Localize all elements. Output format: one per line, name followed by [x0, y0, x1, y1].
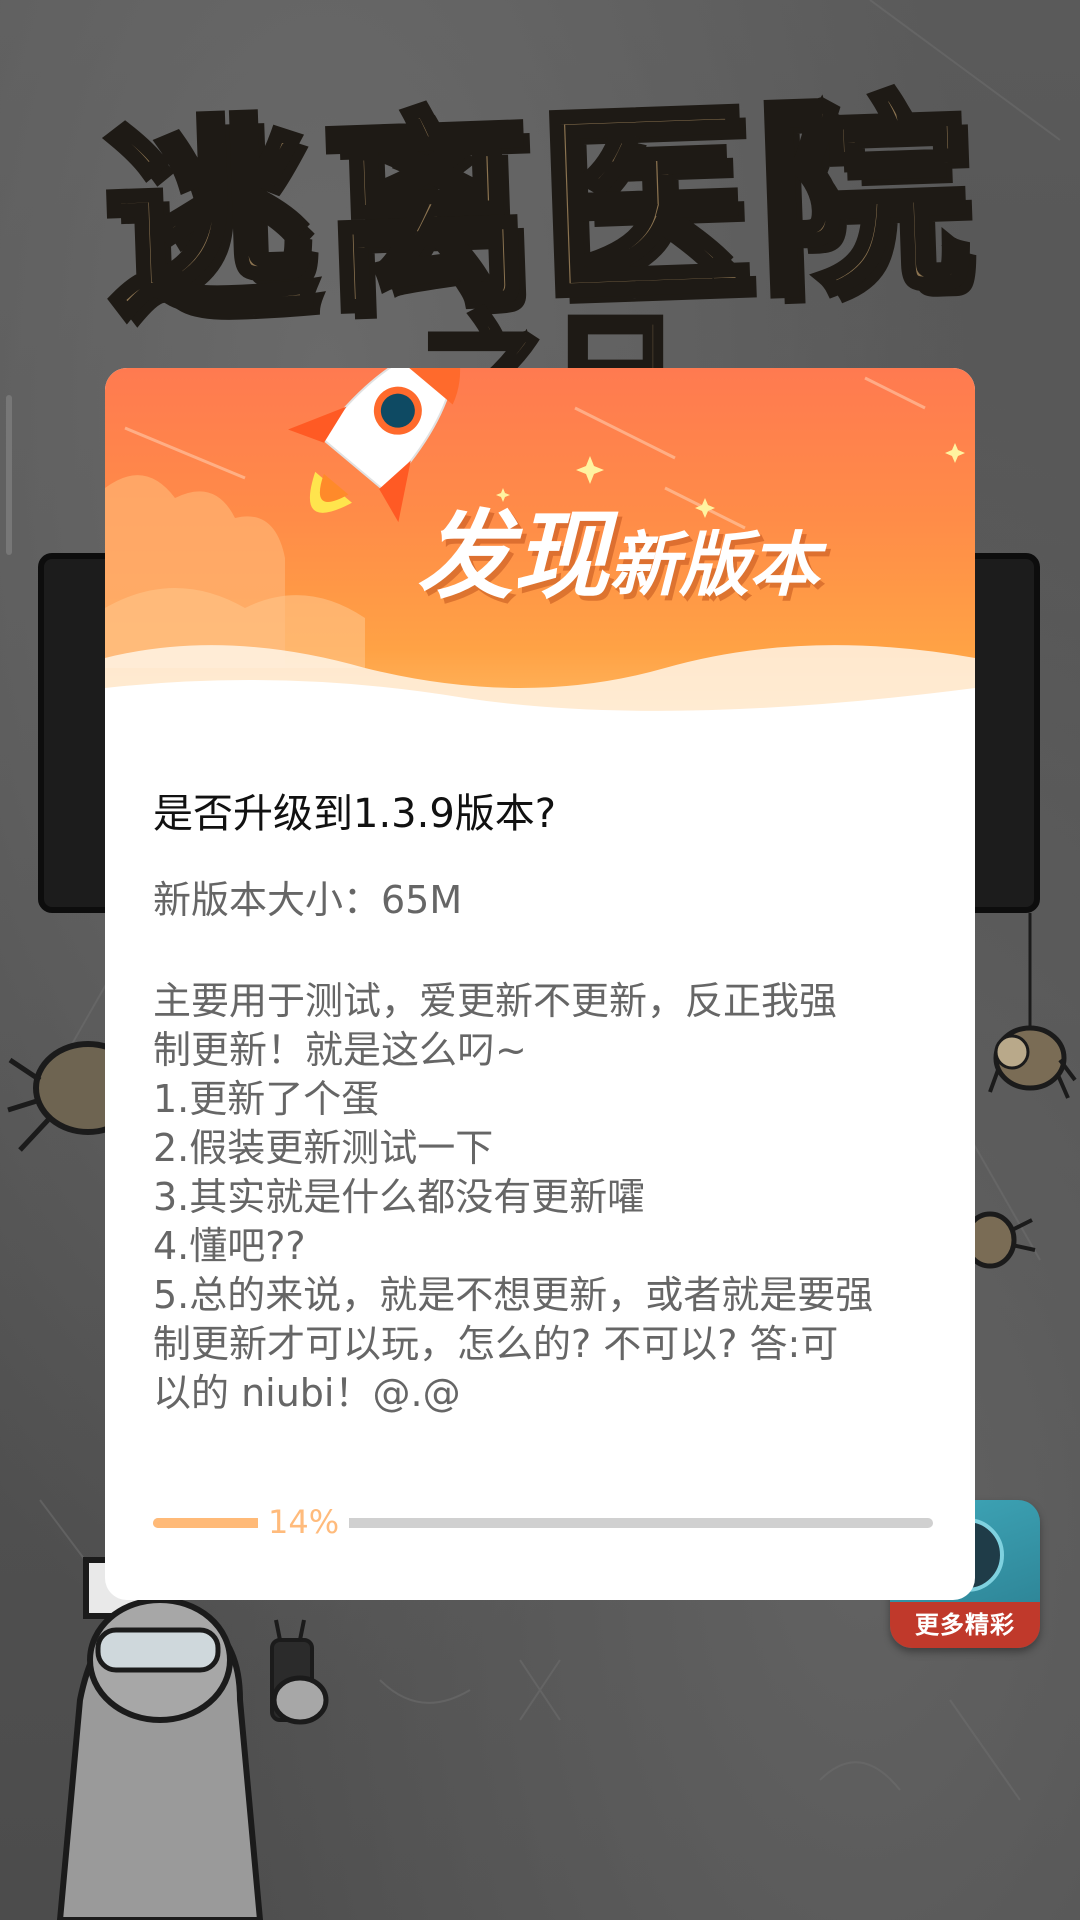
- update-size: 新版本大小：65M: [153, 878, 463, 922]
- spider-small-icon: [963, 1211, 1036, 1269]
- banner-title: 发现新版本: [417, 508, 975, 604]
- update-question: 是否升级到1.3.9版本?: [153, 791, 557, 837]
- release-note-line: 主要用于测试，爱更新不更新，反正我强: [153, 979, 838, 1024]
- update-banner: 发现新版本: [105, 368, 975, 743]
- progress-fill: [153, 1518, 262, 1528]
- update-details: 是否升级到1.3.9版本? 新版本大小：65M 主要用于测试，爱更新不更新，反正…: [153, 788, 933, 1418]
- more-games-label: 更多精彩: [890, 1602, 1040, 1648]
- doctor-character-icon: [56, 1557, 329, 1920]
- release-note-line: 4.懂吧??: [153, 1224, 306, 1269]
- release-note-line: 3.其实就是什么都没有更新嚯: [153, 1175, 646, 1220]
- progress-label: 14%: [258, 1492, 350, 1552]
- release-note-line: 5.总的来说，就是不想更新，或者就是要强: [153, 1273, 874, 1318]
- release-notes: 主要用于测试，爱更新不更新，反正我强 制更新！就是这么叼~ 1.更新了个蛋 2.假装更…: [153, 977, 933, 1418]
- spider-right-icon: [988, 913, 1077, 1099]
- release-note-line: 2.假装更新测试一下: [153, 1126, 494, 1171]
- release-note-line: 制更新才可以玩，怎么的? 不可以? 答:可: [153, 1322, 839, 1367]
- update-dialog: 发现新版本 是否升级到1.3.9版本? 新版本大小：65M 主要用于测试，爱更新…: [105, 368, 975, 1600]
- release-note-line: 制更新！就是这么叼~: [153, 1028, 527, 1073]
- banner-title-main: 发现: [417, 500, 609, 612]
- download-progress: 14%: [153, 1492, 933, 1552]
- banner-title-sub: 新版本: [609, 524, 819, 606]
- release-note-line: 以的 niubi！@.@: [153, 1371, 461, 1416]
- release-note-line: 1.更新了个蛋: [153, 1077, 380, 1122]
